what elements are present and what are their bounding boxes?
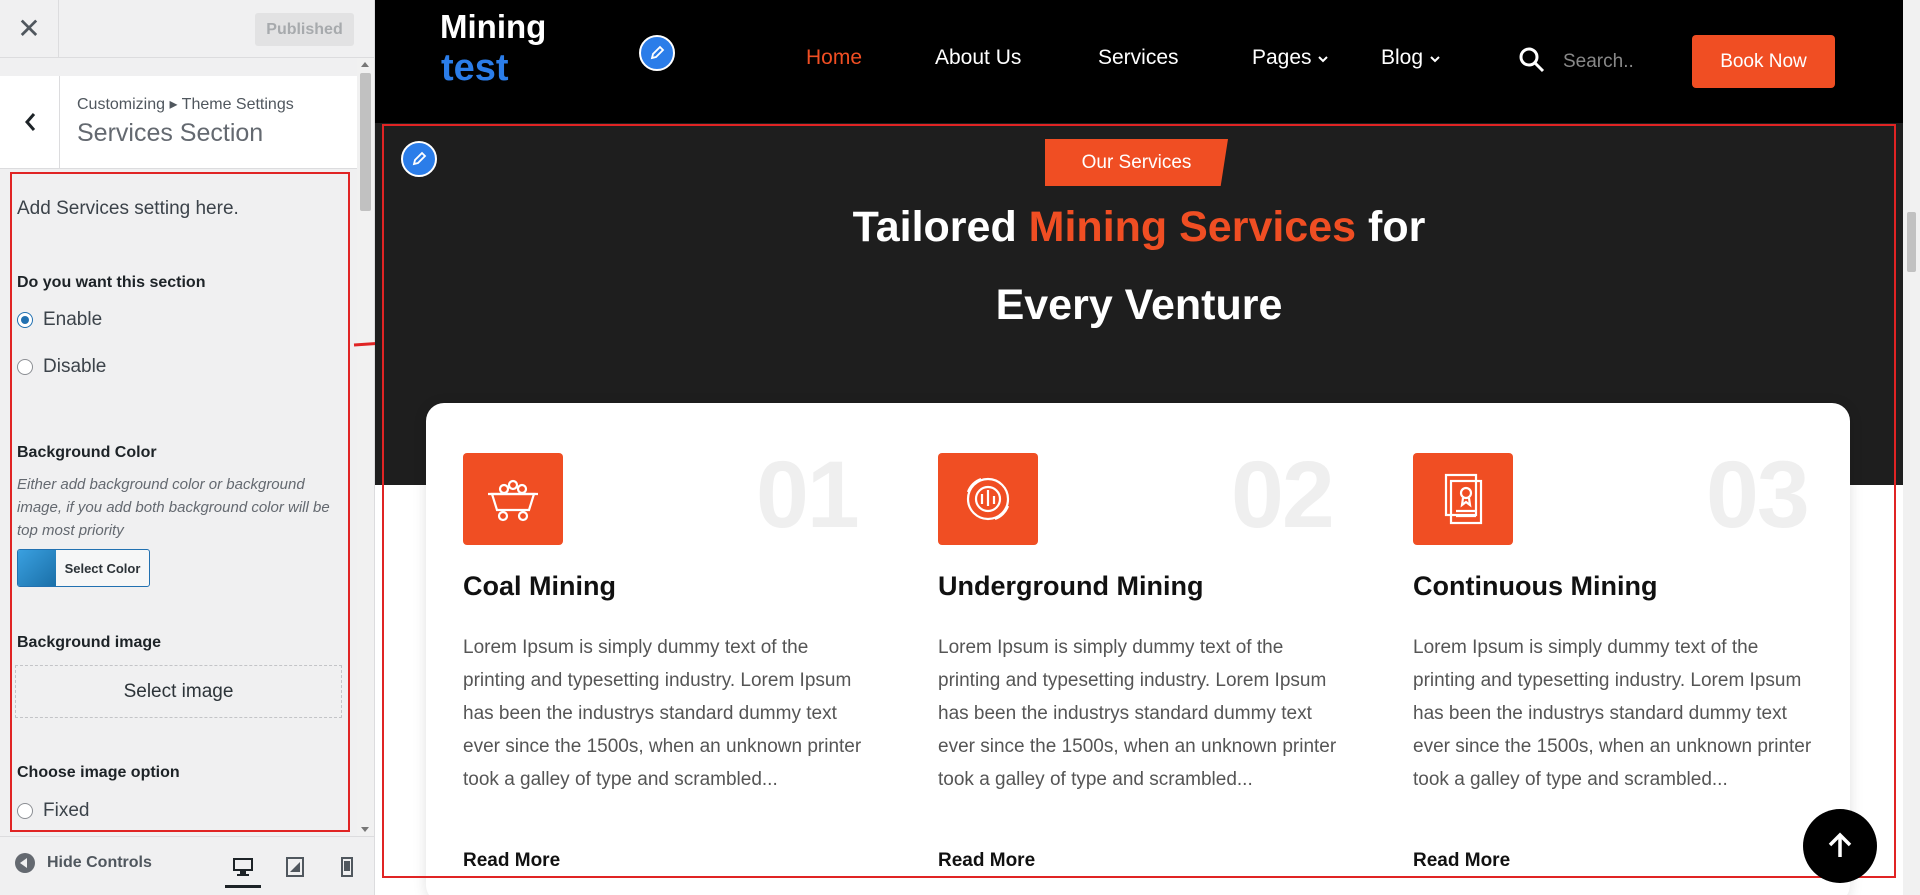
customizer-panel: Customizing ▸ Theme Settings Services Se… — [0, 58, 357, 836]
read-more-link[interactable]: Read More — [938, 850, 1035, 872]
mine-cart-icon — [463, 453, 563, 545]
radio-fixed[interactable]: Fixed — [17, 800, 89, 822]
edit-services-shortcut[interactable] — [401, 141, 437, 177]
heading-post: for — [1356, 203, 1426, 251]
breadcrumb: Customizing ▸ Theme Settings — [77, 96, 294, 113]
sidebar-scrollbar[interactable] — [357, 58, 374, 836]
services-eyebrow: Our Services — [1045, 139, 1228, 186]
heading-highlight: Mining Services — [1028, 203, 1357, 251]
site-header: Mining test Home About Us Services Pages… — [375, 0, 1903, 123]
arrow-up-icon — [1828, 832, 1852, 857]
pencil-icon — [412, 151, 427, 166]
radio-disable[interactable]: Disable — [17, 356, 106, 378]
card-number: 03 — [1706, 442, 1810, 548]
pencil-icon — [650, 45, 665, 60]
nav-about-us[interactable]: About Us — [935, 46, 1021, 70]
services-heading: Tailored Mining Services for — [375, 203, 1903, 252]
scrollbar-thumb[interactable] — [360, 73, 371, 211]
nav-blog-label: Blog — [1381, 46, 1424, 69]
radio-disable-indicator[interactable] — [17, 359, 33, 375]
publish-button[interactable]: Published — [255, 13, 354, 46]
heading-pre: Tailored — [852, 203, 1029, 251]
preview-scrollbar[interactable] — [1903, 0, 1920, 895]
service-card-coal: 01 Coal Mining Lorem Ipsum is simply dum… — [426, 403, 866, 895]
card-text: Lorem Ipsum is simply dummy text of the … — [1413, 637, 1812, 790]
card-text: Lorem Ipsum is simply dummy text of the … — [938, 637, 1337, 790]
card-title: Underground Mining — [938, 571, 1204, 601]
chevron-left-icon — [24, 113, 35, 131]
site-logo-line2[interactable]: test — [441, 47, 509, 90]
customizer-header: ✕ Published — [0, 0, 374, 58]
radio-disable-label: Disable — [43, 356, 107, 377]
collapse-arrow-icon — [15, 853, 35, 873]
select-image-button[interactable]: Select image — [15, 665, 342, 718]
card-text: Lorem Ipsum is simply dummy text of the … — [463, 637, 862, 790]
card-number: 01 — [756, 442, 860, 548]
section-title: Services Section — [77, 119, 264, 147]
nav-pages[interactable]: Pages — [1252, 46, 1329, 70]
read-more-link[interactable]: Read More — [1413, 850, 1510, 872]
radio-enable-label: Enable — [43, 309, 103, 330]
close-icon: ✕ — [17, 13, 41, 44]
customizer-sidebar: ✕ Published Customizing ▸ Theme Settings… — [0, 0, 375, 895]
section-toggle-label: Do you want this section — [17, 274, 206, 291]
desktop-icon — [233, 858, 253, 876]
customizer-footer: Hide Controls — [0, 836, 374, 895]
card-title: Coal Mining — [463, 571, 616, 601]
mobile-icon — [341, 857, 353, 877]
nav-blog[interactable]: Blog — [1381, 46, 1441, 70]
edit-header-shortcut[interactable] — [639, 35, 675, 71]
site-preview: Mining test Home About Us Services Pages… — [375, 0, 1920, 895]
section-description: Add Services setting here. — [17, 198, 239, 219]
service-card-underground: 02 Underground Mining Lorem Ipsum is sim… — [901, 403, 1341, 895]
select-color-button[interactable]: Select Color — [17, 549, 150, 587]
back-button[interactable] — [0, 76, 60, 168]
card-number: 02 — [1231, 442, 1335, 548]
select-color-label: Select Color — [64, 560, 141, 576]
hide-controls-label: Hide Controls — [47, 854, 152, 871]
scroll-to-top-button[interactable] — [1803, 809, 1877, 883]
scroll-down-arrow-icon[interactable] — [361, 827, 369, 832]
nav-home[interactable]: Home — [806, 46, 862, 70]
certificate-document-icon — [1413, 453, 1513, 545]
device-tablet-button[interactable] — [277, 849, 313, 885]
nav-services[interactable]: Services — [1098, 46, 1179, 70]
service-card-continuous: 03 Continuous Mining Lorem Ipsum is simp… — [1376, 403, 1816, 895]
card-title: Continuous Mining — [1413, 571, 1658, 601]
device-desktop-button[interactable] — [225, 849, 261, 888]
tablet-icon — [286, 857, 304, 877]
radio-fixed-label: Fixed — [43, 800, 90, 821]
read-more-link[interactable]: Read More — [463, 850, 560, 872]
background-image-label: Background image — [17, 634, 162, 651]
close-customizer-button[interactable]: ✕ — [0, 0, 59, 57]
services-controls-group: Add Services setting here. Do you want t… — [10, 172, 350, 832]
background-color-label: Background Color — [17, 444, 157, 461]
search-icon[interactable] — [1518, 46, 1546, 74]
radio-enable[interactable]: Enable — [17, 309, 102, 331]
radio-enable-indicator[interactable] — [17, 312, 33, 328]
chevron-down-icon — [1430, 56, 1440, 63]
services-cards: 01 Coal Mining Lorem Ipsum is simply dum… — [426, 403, 1850, 895]
services-heading-line2: Every Venture — [995, 281, 1283, 329]
hide-controls-button[interactable]: Hide Controls — [15, 853, 152, 873]
chevron-down-icon — [1318, 56, 1329, 63]
site-logo-line1[interactable]: Mining — [440, 8, 546, 46]
color-swatch — [18, 550, 56, 586]
radio-fixed-indicator[interactable] — [17, 803, 33, 819]
background-color-help: Either add background color or backgroun… — [17, 476, 330, 539]
book-now-button[interactable]: Book Now — [1692, 35, 1835, 88]
preview-scrollbar-thumb[interactable] — [1907, 212, 1916, 272]
nav-pages-label: Pages — [1252, 46, 1312, 69]
section-header: Customizing ▸ Theme Settings Services Se… — [0, 76, 357, 169]
scroll-up-arrow-icon[interactable] — [361, 62, 369, 67]
device-mobile-button[interactable] — [329, 849, 365, 885]
image-option-label: Choose image option — [17, 764, 180, 781]
search-input[interactable] — [1561, 44, 1685, 80]
gear-cycle-icon — [938, 453, 1038, 545]
